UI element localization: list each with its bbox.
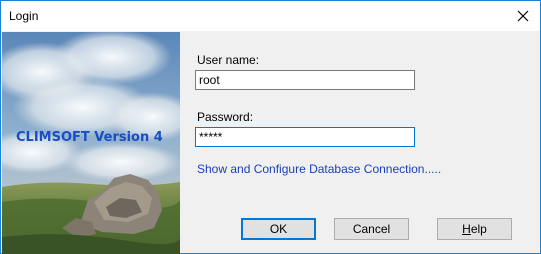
close-icon [517, 10, 529, 22]
password-label: Password: [197, 110, 254, 124]
splash-image: CLIMSOFT Version 4 [2, 32, 180, 254]
help-button-label: Help [462, 222, 487, 236]
title-bar[interactable]: Login [1, 1, 540, 31]
help-button[interactable]: Help [437, 218, 512, 240]
username-label: User name: [197, 53, 260, 67]
ok-button-label: OK [269, 222, 288, 236]
ok-button[interactable]: OK [241, 218, 316, 240]
login-dialog: Login CLIMSOFT Version 4 User name: root… [0, 0, 541, 254]
password-field[interactable] [195, 127, 415, 147]
window-title: Login [9, 9, 39, 23]
username-field[interactable] [195, 70, 415, 90]
brand-text: CLIMSOFT Version 4 [16, 130, 163, 145]
db-connection-link[interactable]: Show and Configure Database Connection..… [197, 162, 441, 176]
close-button[interactable] [506, 1, 540, 31]
cancel-button[interactable]: Cancel [334, 218, 409, 240]
cancel-button-label: Cancel [352, 222, 391, 236]
